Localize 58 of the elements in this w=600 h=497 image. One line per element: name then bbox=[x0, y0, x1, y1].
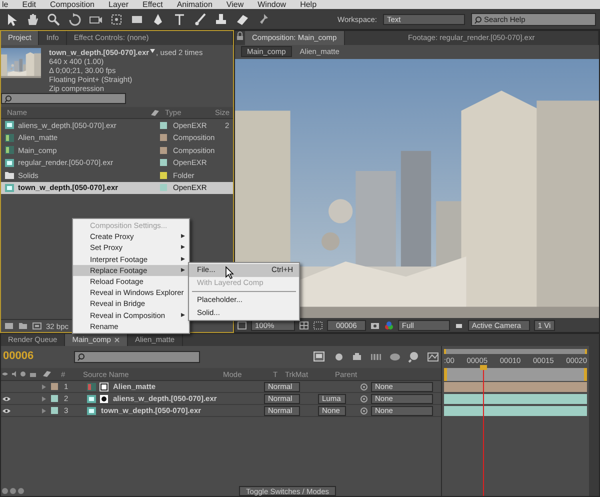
rotate-icon[interactable] bbox=[67, 12, 82, 26]
footage-icon bbox=[4, 182, 15, 193]
mask-icon[interactable] bbox=[313, 320, 323, 330]
snapshot-icon[interactable] bbox=[370, 320, 380, 330]
text-tool-icon[interactable] bbox=[172, 12, 187, 26]
grid-icon[interactable] bbox=[299, 320, 309, 330]
brush-icon[interactable] bbox=[193, 12, 208, 26]
composition-icon bbox=[4, 145, 15, 156]
label-color[interactable] bbox=[51, 383, 58, 390]
pan-behind-icon[interactable] bbox=[109, 12, 124, 26]
menu-item[interactable]: Layer bbox=[108, 0, 129, 9]
mini-flowchart-icon[interactable] bbox=[313, 351, 325, 363]
menu-item[interactable]: View bbox=[226, 0, 244, 9]
menu-item[interactable]: Composition bbox=[50, 0, 94, 9]
graph-editor-icon[interactable] bbox=[427, 351, 439, 363]
footage-icon bbox=[4, 120, 15, 130]
label-color[interactable] bbox=[51, 395, 58, 402]
search-icon bbox=[4, 95, 12, 103]
new-folder-icon[interactable] bbox=[18, 322, 28, 330]
new-composition-icon[interactable] bbox=[32, 322, 42, 330]
label-icon bbox=[41, 370, 53, 378]
search-icon bbox=[474, 16, 482, 24]
brainstorm-icon[interactable] bbox=[408, 351, 420, 363]
scrollbar[interactable] bbox=[589, 346, 599, 496]
interpret-footage-icon[interactable] bbox=[4, 322, 14, 330]
search-icon bbox=[76, 353, 85, 361]
menu-item[interactable]: Effect bbox=[142, 0, 163, 9]
menu-item[interactable]: Animation bbox=[176, 0, 212, 9]
eye-icon[interactable] bbox=[2, 396, 11, 402]
playhead[interactable] bbox=[480, 365, 488, 496]
footage-icon bbox=[86, 406, 97, 416]
close-icon[interactable] bbox=[114, 337, 120, 343]
current-time[interactable]: 00006 bbox=[3, 350, 34, 364]
lock-icon[interactable] bbox=[235, 31, 245, 41]
menu-item[interactable]: Window bbox=[258, 0, 286, 9]
eye-icon[interactable] bbox=[2, 408, 11, 414]
footage-icon bbox=[86, 394, 97, 404]
hand-icon[interactable] bbox=[25, 12, 40, 26]
footage-icon bbox=[4, 158, 15, 168]
channel-icon[interactable] bbox=[384, 320, 394, 330]
shy-icon[interactable] bbox=[351, 351, 363, 363]
frame-blending-icon[interactable] bbox=[370, 351, 382, 363]
dropdown-icon[interactable] bbox=[149, 48, 156, 54]
comp-flowchart-icon[interactable] bbox=[1, 487, 25, 495]
composition-icon bbox=[4, 132, 15, 143]
region-icon[interactable] bbox=[237, 320, 247, 330]
composition-icon bbox=[86, 382, 97, 392]
label-icon bbox=[149, 108, 161, 116]
motion-blur-icon[interactable] bbox=[389, 351, 401, 363]
label-color[interactable] bbox=[51, 407, 58, 414]
zoom-icon[interactable] bbox=[46, 12, 61, 26]
menu-item[interactable]: Help bbox=[300, 0, 317, 9]
menu-item[interactable]: le bbox=[2, 0, 8, 9]
cursor-icon bbox=[225, 266, 234, 279]
menu-item[interactable]: Edit bbox=[22, 0, 36, 9]
project-search-field[interactable] bbox=[1, 93, 126, 104]
timeline-search-field[interactable] bbox=[74, 351, 200, 363]
stamp-icon[interactable] bbox=[214, 12, 229, 26]
